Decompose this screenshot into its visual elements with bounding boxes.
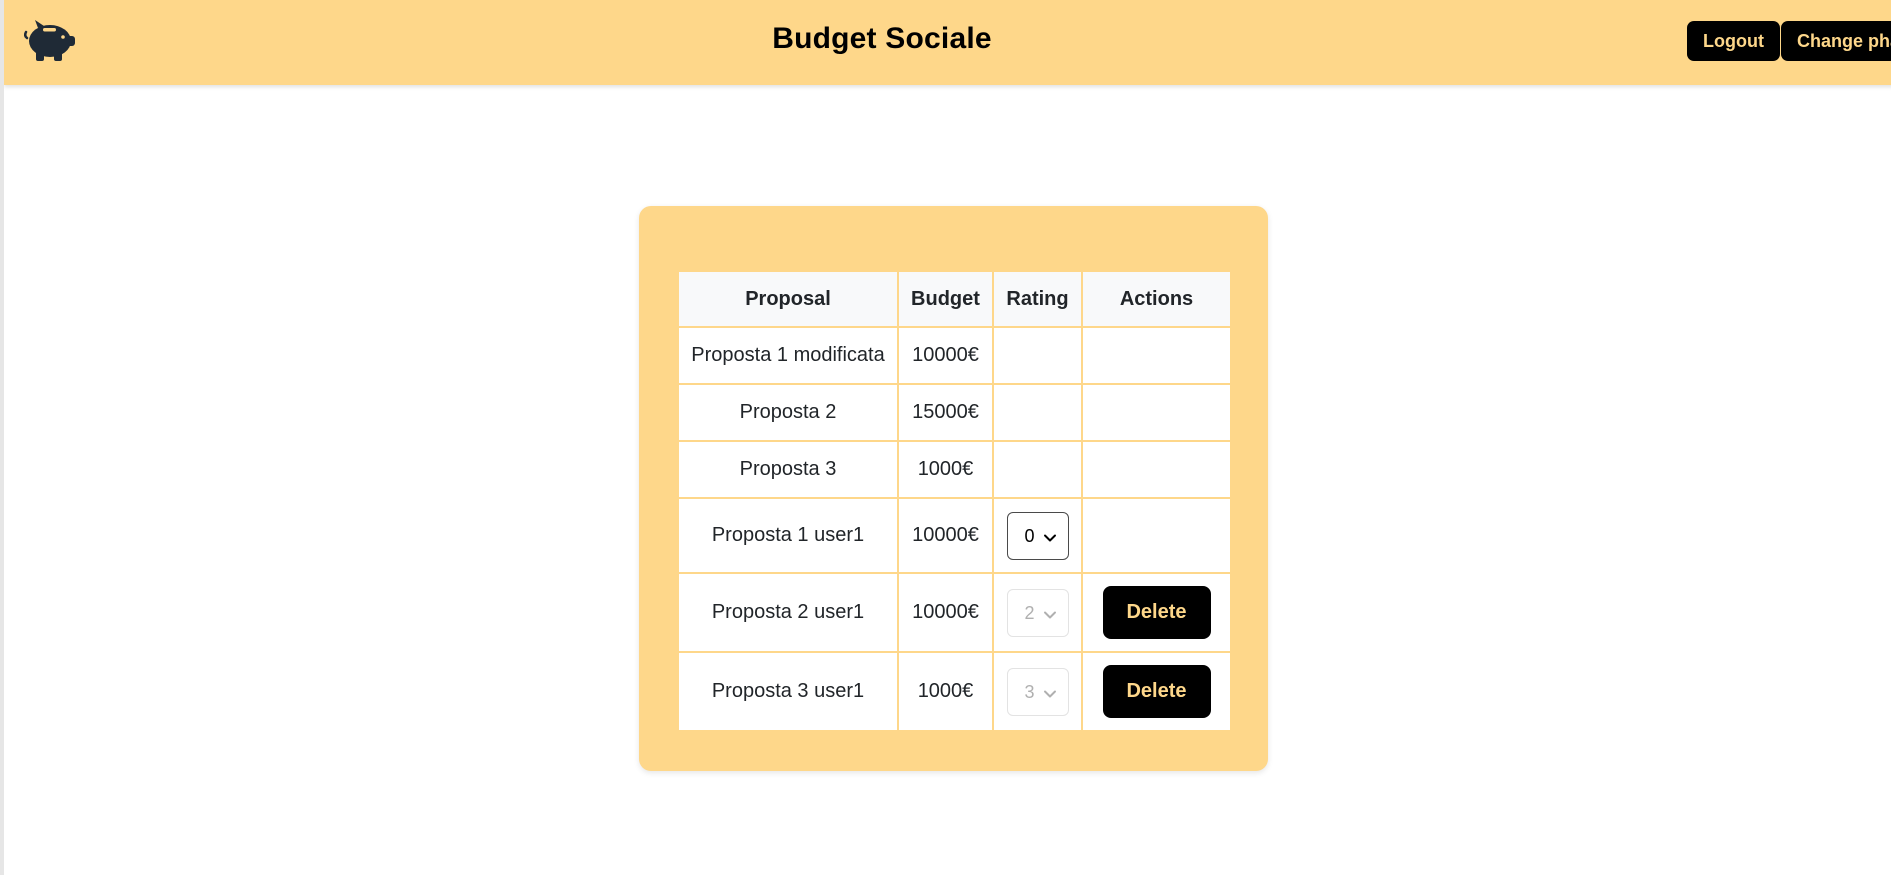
proposals-card: Proposal Budget Rating Actions Proposta … — [639, 206, 1268, 771]
table-row: Proposta 2 user1 10000€ 2 Delete — [677, 572, 1232, 653]
delete-button[interactable]: Delete — [1102, 665, 1211, 718]
rating-cell — [992, 326, 1083, 385]
table-row: Proposta 3 1000€ — [677, 440, 1232, 499]
app-title: Budget Sociale — [772, 22, 992, 55]
rating-value: 2 — [1024, 602, 1035, 623]
rating-cell: 0 — [992, 497, 1083, 574]
rating-value: 3 — [1024, 681, 1035, 702]
budget-cell: 15000€ — [897, 383, 994, 442]
table-header-row: Proposal Budget Rating Actions — [677, 270, 1232, 328]
table-row: Proposta 1 user1 10000€ 0 — [677, 497, 1232, 574]
proposal-name-cell: Proposta 2 — [677, 383, 899, 442]
budget-cell: 10000€ — [897, 497, 994, 574]
proposal-name-cell: Proposta 3 user1 — [677, 651, 899, 732]
rating-cell — [992, 440, 1083, 499]
nav-buttons: Logout Change phase — [1687, 21, 1891, 61]
table-row: Proposta 2 15000€ — [677, 383, 1232, 442]
actions-cell — [1081, 326, 1232, 385]
actions-cell — [1081, 440, 1232, 499]
actions-cell: Delete — [1081, 651, 1232, 732]
rating-cell: 2 — [992, 572, 1083, 653]
table-row: Proposta 1 modificata 10000€ — [677, 326, 1232, 385]
logout-button[interactable]: Logout — [1687, 21, 1780, 61]
budget-cell: 1000€ — [897, 651, 994, 732]
proposal-name-cell: Proposta 2 user1 — [677, 572, 899, 653]
rating-select[interactable]: 0 — [1006, 511, 1069, 560]
change-phase-button[interactable]: Change phase — [1780, 21, 1891, 61]
header-rating: Rating — [992, 270, 1083, 328]
delete-button[interactable]: Delete — [1102, 586, 1211, 639]
rating-select-disabled: 3 — [1006, 667, 1069, 716]
rating-select-disabled: 2 — [1006, 588, 1069, 637]
chevron-down-icon — [1043, 528, 1057, 542]
chevron-down-icon — [1043, 684, 1057, 698]
navbar: Budget Sociale Logout Change phase — [4, 0, 1891, 85]
proposal-name-cell: Proposta 3 — [677, 440, 899, 499]
header-proposal: Proposal — [677, 270, 899, 328]
budget-cell: 1000€ — [897, 440, 994, 499]
proposal-name-cell: Proposta 1 modificata — [677, 326, 899, 385]
proposals-table: Proposal Budget Rating Actions Proposta … — [677, 270, 1232, 732]
chevron-down-icon — [1043, 605, 1057, 619]
budget-cell: 10000€ — [897, 326, 994, 385]
page: Budget Sociale Logout Change phase Propo… — [0, 0, 1891, 875]
rating-cell — [992, 383, 1083, 442]
actions-cell — [1081, 383, 1232, 442]
table-row: Proposta 3 user1 1000€ 3 Delete — [677, 651, 1232, 732]
budget-cell: 10000€ — [897, 572, 994, 653]
actions-cell: Delete — [1081, 572, 1232, 653]
proposal-name-cell: Proposta 1 user1 — [677, 497, 899, 574]
rating-cell: 3 — [992, 651, 1083, 732]
header-budget: Budget — [897, 270, 994, 328]
rating-value: 0 — [1024, 525, 1035, 546]
header-actions: Actions — [1081, 270, 1232, 328]
actions-cell — [1081, 497, 1232, 574]
